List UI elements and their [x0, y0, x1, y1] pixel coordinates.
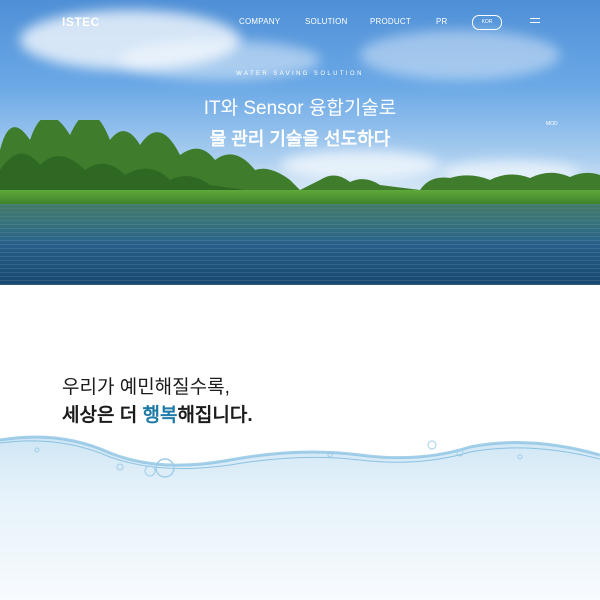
hero-eyebrow: WATER SAVING SOLUTION	[236, 71, 364, 77]
nav-item-solution[interactable]: SOLUTION	[305, 17, 348, 26]
hero-headline-line1: IT와 Sensor 융합기술로	[203, 98, 397, 119]
intro-line2: 세상은 더 행복해집니다.	[62, 400, 253, 427]
intro-line2-accent: 행복	[142, 405, 178, 426]
intro-line2-prefix: 세상은 더	[62, 405, 143, 426]
hero-headline-line2: 물 관리 기술을 선도하다	[209, 129, 391, 149]
top-navigation: ISTEC COMPANY SOLUTION PRODUCT PR KOR	[0, 0, 600, 44]
water-reflection	[0, 204, 600, 244]
nav-item-pr[interactable]: PR	[436, 17, 448, 26]
logo[interactable]: ISTEC	[62, 15, 100, 29]
intro-line1: 우리가 예민해질수록,	[62, 377, 230, 398]
intro-line2-suffix: 해집니다.	[177, 405, 253, 426]
nav-item-product[interactable]: PRODUCT	[370, 17, 411, 26]
hero-banner: ISTEC COMPANY SOLUTION PRODUCT PR KOR WA…	[0, 0, 600, 285]
hamburger-menu-icon[interactable]	[530, 18, 540, 24]
water-wave-illustration	[0, 435, 600, 600]
nav-item-company[interactable]: COMPANY	[239, 17, 280, 26]
language-button[interactable]: KOR	[472, 15, 502, 30]
hero-side-tag: MOD	[546, 121, 558, 127]
